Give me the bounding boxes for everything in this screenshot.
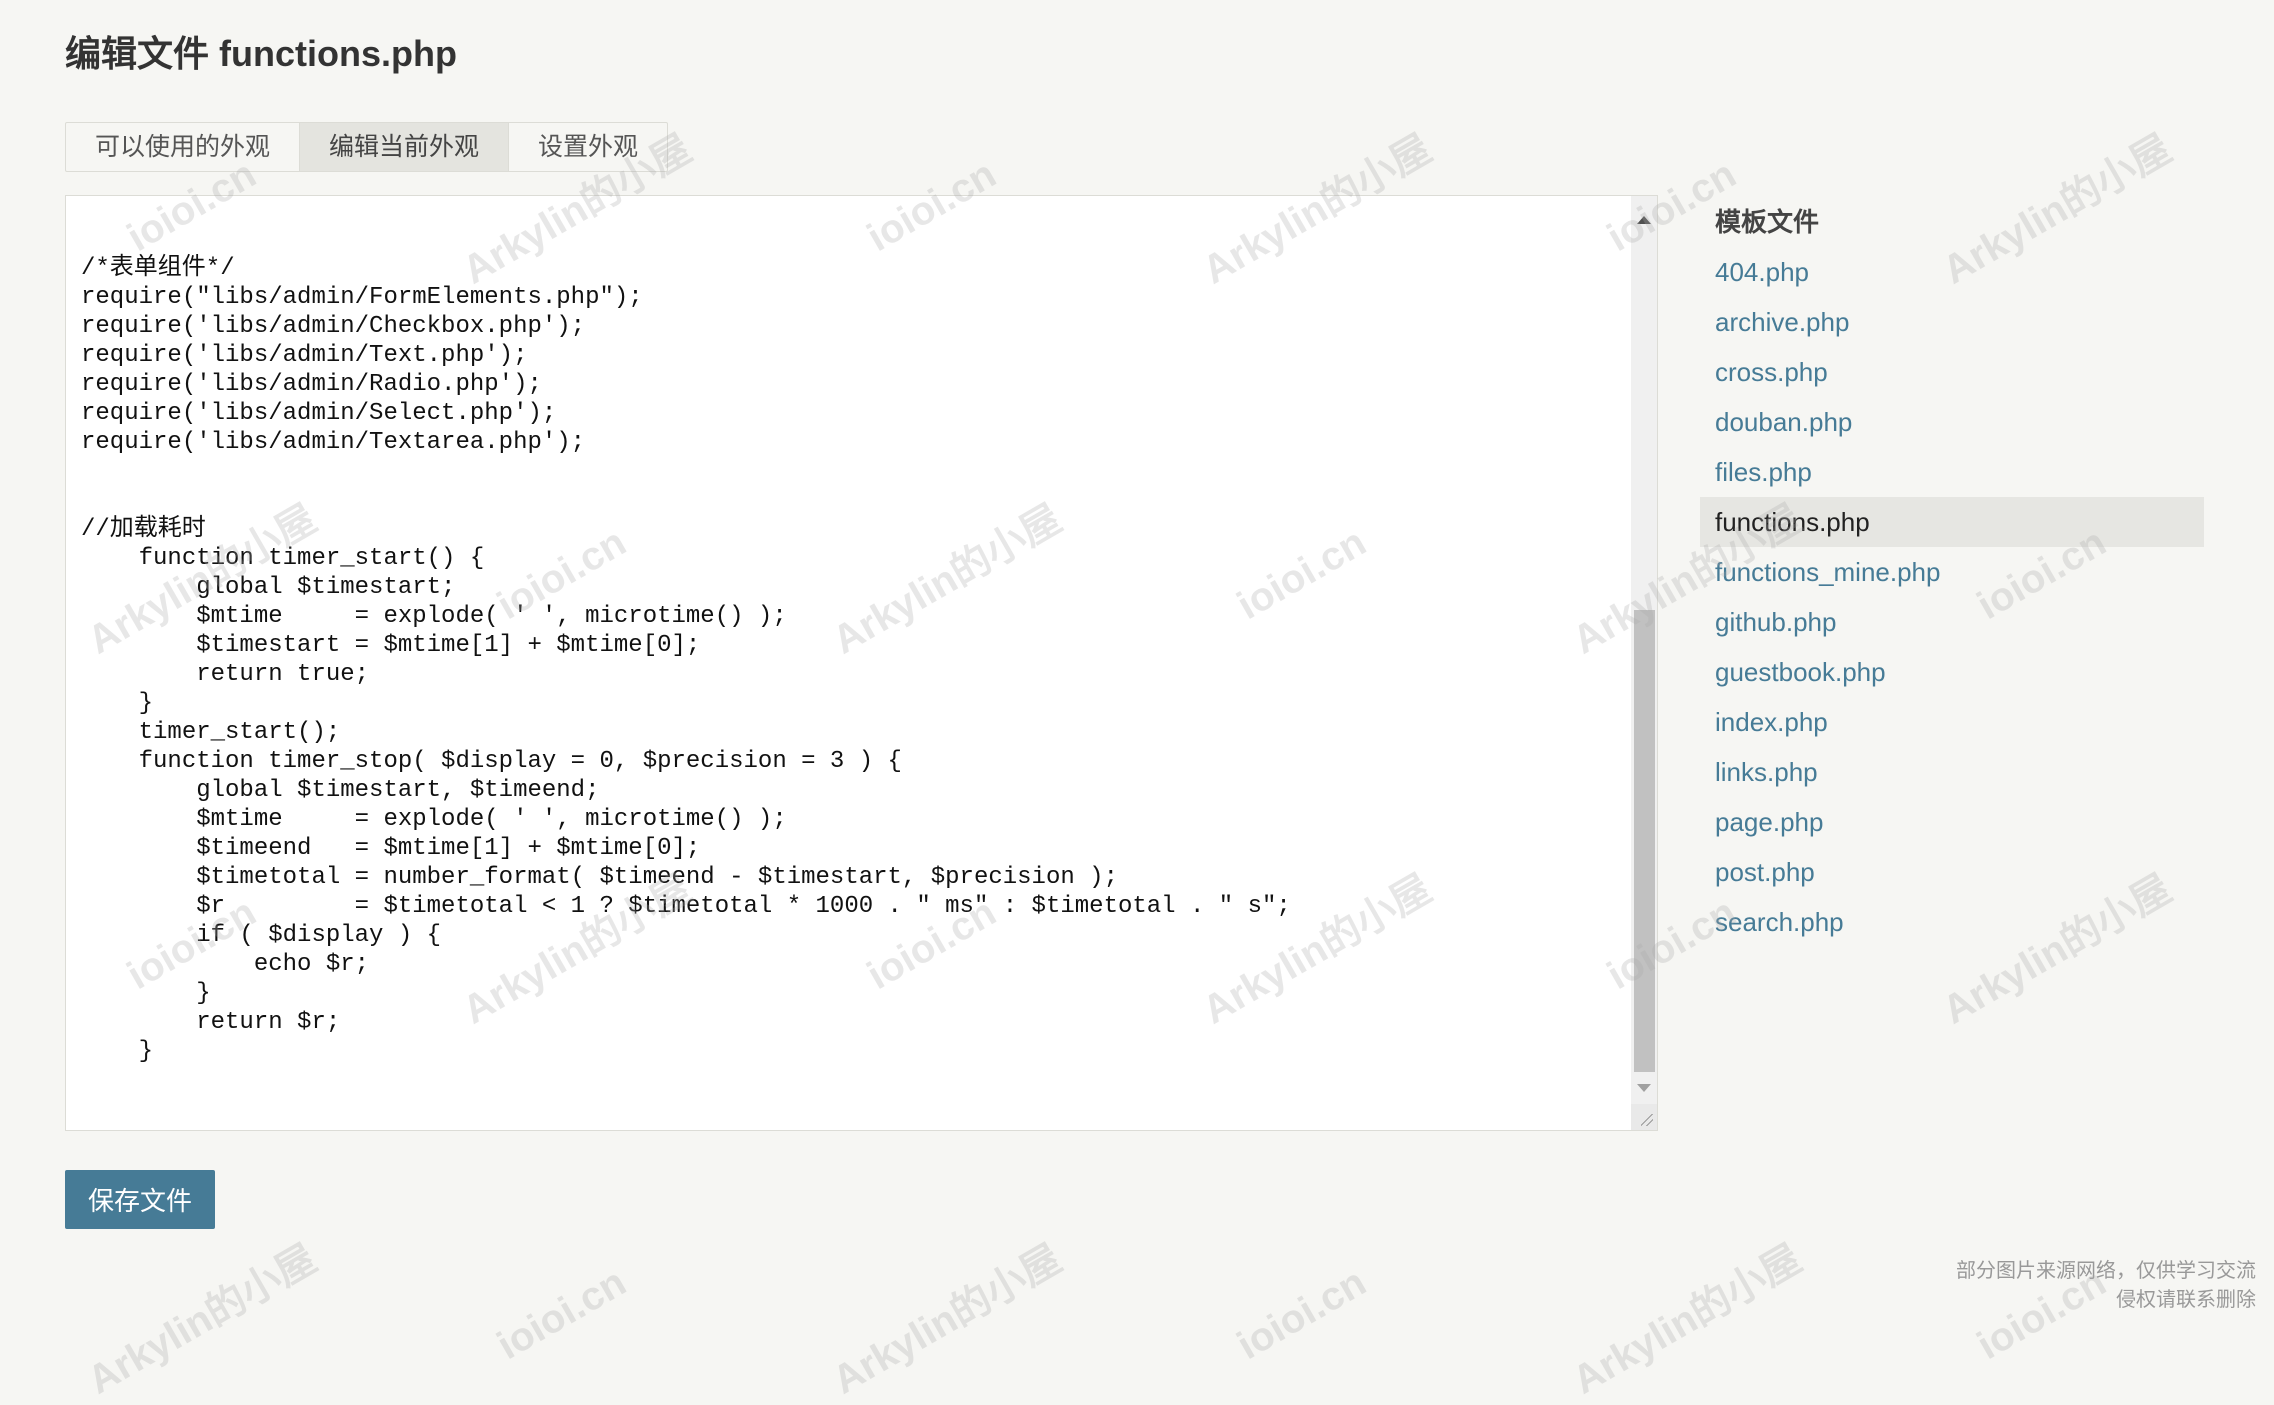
code-line: } — [81, 980, 211, 1007]
watermark-text: ioioi.cn — [1230, 1260, 1374, 1369]
tab-edit-current-theme[interactable]: 编辑当前外观 — [300, 123, 510, 171]
code-line: echo $r; — [81, 951, 370, 978]
code-line: require('libs/admin/Select.php'); — [81, 400, 557, 427]
file-link-links-php[interactable]: links.php — [1700, 747, 2204, 797]
theme-tabs: 可以使用的外观 编辑当前外观 设置外观 — [65, 122, 669, 172]
code-line: require('libs/admin/Textarea.php'); — [81, 429, 586, 456]
code-line: /*表单组件*/ — [81, 255, 235, 282]
scroll-up-arrow-icon[interactable] — [1631, 204, 1657, 224]
file-link-archive-php[interactable]: archive.php — [1700, 297, 2204, 347]
code-line: require("libs/admin/FormElements.php"); — [81, 284, 643, 311]
code-line: require('libs/admin/Checkbox.php'); — [81, 313, 586, 340]
file-link-post-php[interactable]: post.php — [1700, 847, 2204, 897]
file-link-index-php[interactable]: index.php — [1700, 697, 2204, 747]
watermark-text: Arkylin的小屋 — [1565, 1236, 1809, 1403]
code-line: } — [81, 1038, 154, 1065]
code-line: global $timestart, $timeend; — [81, 777, 600, 804]
file-link-functions-php[interactable]: functions.php — [1700, 497, 2204, 547]
file-link-files-php[interactable]: files.php — [1700, 447, 2204, 497]
code-editor: /*表单组件*/require("libs/admin/FormElements… — [65, 195, 1658, 1131]
code-line: timer_start(); — [81, 719, 341, 746]
resize-grip-icon[interactable] — [1631, 1104, 1657, 1130]
code-line: } — [81, 690, 154, 717]
scroll-thumb[interactable] — [1634, 610, 1655, 1072]
code-line: function timer_stop( $display = 0, $prec… — [81, 748, 902, 775]
tab-available-themes[interactable]: 可以使用的外观 — [66, 123, 301, 171]
scroll-down-arrow-icon[interactable] — [1631, 1080, 1657, 1100]
code-line: global $timestart; — [81, 574, 456, 601]
file-link-cross-php[interactable]: cross.php — [1700, 347, 2204, 397]
file-link-functions-mine-php[interactable]: functions_mine.php — [1700, 547, 2204, 597]
watermark-text: ioioi.cn — [490, 1260, 634, 1369]
code-line: $mtime = explode( ' ', microtime() ); — [81, 603, 787, 630]
footer-note: 部分图片来源网络，仅供学习交流 侵权请联系删除 — [1956, 1257, 2256, 1315]
page-title: 编辑文件 functions.php — [65, 33, 457, 74]
file-list: 404.php archive.php cross.php douban.php fil… — [1700, 247, 2204, 947]
code-line: function timer_start() { — [81, 545, 485, 572]
file-link-douban-php[interactable]: douban.php — [1700, 397, 2204, 447]
code-line: return true; — [81, 661, 370, 688]
code-line: $timestart = $mtime[1] + $mtime[0]; — [81, 632, 701, 659]
watermark-text: Arkylin的小屋 — [825, 1236, 1069, 1403]
sidebar-heading: 模板文件 — [1715, 207, 1820, 237]
save-file-button[interactable]: 保存文件 — [65, 1170, 215, 1229]
template-files-sidebar: 模板文件 404.php archive.php cross.php douban.p… — [1700, 195, 2204, 947]
code-textarea[interactable]: /*表单组件*/require("libs/admin/FormElements… — [66, 196, 1632, 1130]
code-line: require('libs/admin/Text.php'); — [81, 342, 528, 369]
footer-note-line-2: 侵权请联系删除 — [2116, 1289, 2256, 1311]
file-link-search-php[interactable]: search.php — [1700, 897, 2204, 947]
file-link-github-php[interactable]: github.php — [1700, 597, 2204, 647]
tab-theme-settings[interactable]: 设置外观 — [509, 123, 667, 171]
code-line: $timeend = $mtime[1] + $mtime[0]; — [81, 835, 701, 862]
code-line: return $r; — [81, 1009, 341, 1036]
code-line: //加载耗时 — [81, 516, 206, 543]
code-line: if ( $display ) { — [81, 922, 442, 949]
file-link-page-php[interactable]: page.php — [1700, 797, 2204, 847]
code-line: require('libs/admin/Radio.php'); — [81, 371, 542, 398]
footer-note-line-1: 部分图片来源网络，仅供学习交流 — [1956, 1260, 2256, 1282]
file-link-404-php[interactable]: 404.php — [1700, 247, 2204, 297]
file-link-guestbook-php[interactable]: guestbook.php — [1700, 647, 2204, 697]
code-line: $timetotal = number_format( $timeend - $… — [81, 864, 1118, 891]
code-line: $mtime = explode( ' ', microtime() ); — [81, 806, 787, 833]
watermark-text: Arkylin的小屋 — [80, 1236, 324, 1403]
editor-scrollbar[interactable] — [1631, 196, 1657, 1130]
code-line: $r = $timetotal < 1 ? $timetotal * 1000 … — [81, 893, 1291, 920]
